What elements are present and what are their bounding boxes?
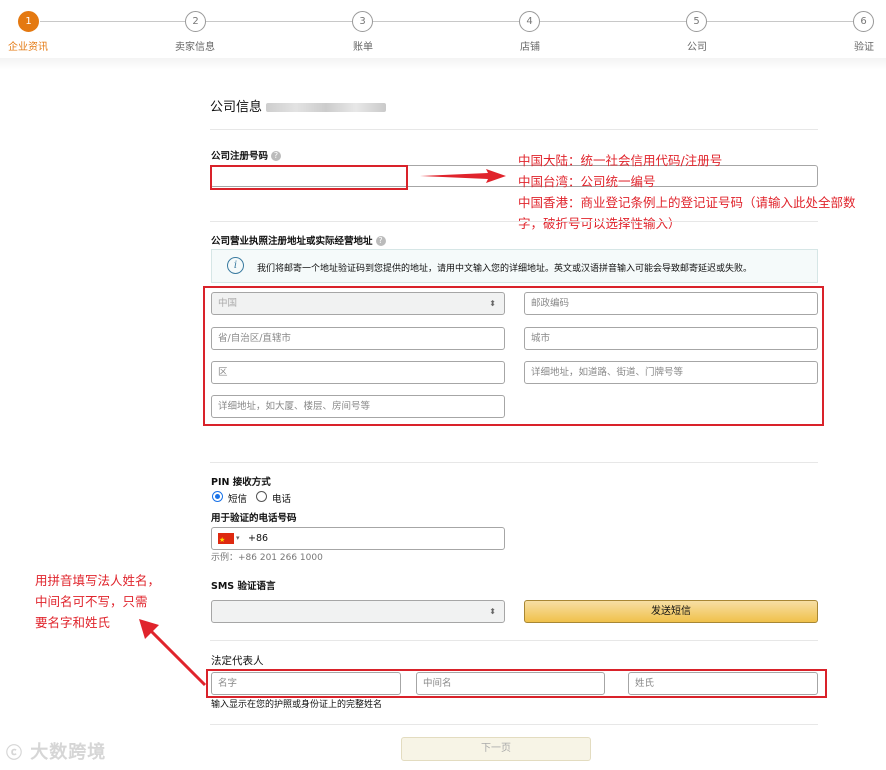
next-page-button[interactable]: 下一页 — [401, 737, 591, 761]
step-2-circle: 2 — [185, 11, 206, 32]
step-connector — [40, 21, 186, 22]
phone-number-label: 用于验证的电话号码 — [211, 513, 297, 524]
step-5-circle: 5 — [686, 11, 707, 32]
annotation-arrow-icon — [420, 169, 506, 183]
page-title: 公司信息 — [210, 96, 387, 115]
sms-radio-label: 短信 — [228, 494, 248, 505]
step-connector — [373, 21, 519, 22]
phone-country-code: +86 — [248, 533, 269, 544]
address-label-text: 公司营业执照注册地址或实际经营地址 — [211, 236, 373, 247]
country-value: 中国 — [218, 298, 238, 309]
watermark-icon: ⓒ — [6, 743, 24, 762]
redacted-company-name — [266, 103, 387, 112]
step-6-label: 验证 — [854, 42, 874, 53]
phone-call-radio-label: 电话 — [272, 494, 292, 505]
divider — [210, 129, 818, 130]
step-5-label: 公司 — [687, 42, 707, 53]
registration-label: 公司注册号码? — [211, 148, 282, 162]
annotation-line: 中国台湾：公司统一编号 — [518, 174, 656, 189]
watermark-text: 大数跨境 — [30, 742, 107, 763]
address-info-text: 我们将邮寄一个地址验证码到您提供的地址，请用中文输入您的详细地址。英文或汉语拼音… — [257, 264, 753, 274]
step-3-label: 账单 — [353, 42, 373, 53]
annotation-highlight-box — [210, 165, 408, 190]
phone-number-input[interactable]: ▾ +86 — [211, 527, 505, 550]
sms-radio[interactable] — [212, 491, 223, 502]
city-input[interactable]: 城市 — [524, 327, 818, 350]
province-input[interactable]: 省/自治区/直辖市 — [211, 327, 505, 350]
street-address-input[interactable]: 详细地址，如道路、街道、门牌号等 — [524, 361, 818, 384]
legal-representative-label: 法定代表人 — [211, 655, 264, 667]
select-caret-icon: ⬍ — [489, 299, 496, 308]
address-info-box: i 我们将邮寄一个地址验证码到您提供的地址，请用中文输入您的详细地址。英文或汉语… — [211, 249, 818, 283]
district-input[interactable]: 区 — [211, 361, 505, 384]
annotation-line: 用拼音填写法人姓名， — [35, 573, 161, 588]
page-title-text: 公司信息 — [210, 100, 263, 115]
step-6-circle: 6 — [853, 11, 874, 32]
step-connector — [540, 21, 686, 22]
sms-language-label: SMS 验证语言 — [211, 581, 276, 592]
china-flag-icon[interactable] — [218, 530, 234, 549]
annotation-arrow-icon — [139, 619, 207, 687]
step-2-label: 卖家信息 — [175, 42, 215, 53]
divider — [210, 462, 818, 463]
step-1-circle: 1 — [18, 11, 39, 32]
watermark-logo: ⓒ 大数跨境 — [6, 738, 106, 764]
country-dropdown-caret-icon[interactable]: ▾ — [236, 528, 240, 549]
sms-language-select[interactable]: ⬍ — [211, 600, 505, 623]
registration-label-text: 公司注册号码 — [211, 151, 269, 162]
detail-address-input[interactable]: 详细地址，如大厦、楼层、房间号等 — [211, 395, 505, 418]
address-label: 公司营业执照注册地址或实际经营地址? — [211, 233, 386, 247]
info-icon: i — [227, 257, 244, 274]
divider — [210, 724, 818, 725]
help-icon[interactable]: ? — [271, 151, 282, 161]
annotation-line: 中国香港：商业登记条例上的登记证号码（请输入此处全部数 — [518, 195, 856, 210]
step-3-circle: 3 — [352, 11, 373, 32]
phone-example-text: 示例：+86 201 266 1000 — [211, 553, 323, 563]
annotation-line: 字，破折号可以选择性输入） — [518, 216, 681, 231]
step-4-label: 店铺 — [520, 42, 540, 53]
step-connector — [707, 21, 853, 22]
step-1-label: 企业资讯 — [8, 42, 48, 53]
postal-code-input[interactable]: 邮政编码 — [524, 292, 818, 315]
select-caret-icon: ⬍ — [489, 607, 496, 616]
annotation-line: 中间名可不写，只需 — [35, 594, 148, 609]
header-divider — [0, 58, 886, 70]
send-sms-button[interactable]: 发送短信 — [524, 600, 818, 623]
step-connector — [206, 21, 352, 22]
phone-call-radio[interactable] — [256, 491, 267, 502]
help-icon[interactable]: ? — [375, 236, 386, 246]
legal-name-hint: 输入显示在您的护照或身份证上的完整姓名 — [211, 700, 383, 710]
divider — [210, 221, 818, 222]
pin-method-label: PIN 接收方式 — [211, 477, 271, 488]
divider — [210, 640, 818, 641]
country-select[interactable]: 中国 ⬍ — [211, 292, 505, 315]
annotation-line: 中国大陆：统一社会信用代码/注册号 — [518, 153, 723, 168]
annotation-highlight-box — [206, 669, 827, 698]
step-4-circle: 4 — [519, 11, 540, 32]
